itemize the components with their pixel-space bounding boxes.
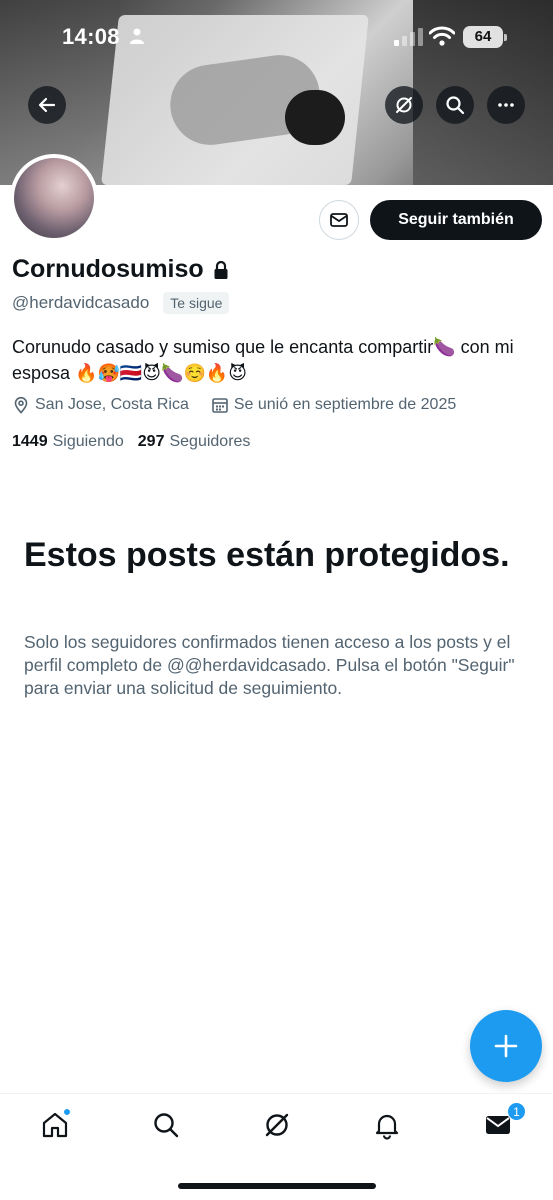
tab-home[interactable] <box>35 1108 75 1142</box>
home-unread-dot <box>63 1108 71 1116</box>
profile-location: San Jose, Costa Rica <box>35 396 189 413</box>
status-bar: 14:08 64 <box>0 0 553 76</box>
signal-icon <box>394 28 423 46</box>
envelope-icon <box>330 213 348 227</box>
search-icon <box>446 96 465 115</box>
avatar[interactable] <box>10 154 98 242</box>
grok-button[interactable] <box>385 86 423 124</box>
profile-bio: Corunudo casado y sumiso que le encanta … <box>12 337 514 383</box>
messages-badge: 1 <box>507 1102 526 1121</box>
joined-item: Se unió en septiembre de 2025 <box>211 396 456 414</box>
tab-search[interactable] <box>146 1108 186 1142</box>
follow-counts: 1449 Siguiendo 297 Seguidores <box>12 433 264 451</box>
grok-icon <box>396 97 412 113</box>
profile-meta: San Jose, Costa Rica Se unió en septiemb… <box>12 396 478 414</box>
message-button[interactable] <box>319 200 359 240</box>
followers-link[interactable]: 297 Seguidores <box>138 433 251 451</box>
calendar-icon <box>212 398 228 413</box>
home-indicator <box>178 1183 376 1189</box>
lock-icon <box>214 260 228 279</box>
profile-handle: @herdavidcasado <box>12 293 150 312</box>
follow-button[interactable]: Seguir también <box>370 200 542 240</box>
follows-you-badge: Te sigue <box>163 292 230 314</box>
tab-grok[interactable] <box>257 1108 297 1142</box>
location-pin-icon <box>14 396 28 414</box>
back-button[interactable] <box>28 86 66 124</box>
more-icon <box>498 103 514 107</box>
battery-indicator: 64 <box>463 26 507 48</box>
followers-label: Seguidores <box>169 433 251 450</box>
person-icon <box>130 28 144 44</box>
profile-name: Cornudosumiso <box>12 255 204 283</box>
compose-button[interactable] <box>470 1010 542 1082</box>
status-time: 14:08 <box>62 24 120 49</box>
profile-joined: Se unió en septiembre de 2025 <box>233 396 457 413</box>
handle-row: @herdavidcasado Te sigue <box>12 292 230 314</box>
search-button[interactable] <box>436 86 474 124</box>
tab-messages[interactable]: 1 <box>478 1102 526 1142</box>
back-arrow-icon <box>38 97 56 113</box>
profile-name-row: Cornudosumiso <box>12 255 230 284</box>
protected-description: Solo los seguidores confirmados tienen a… <box>24 632 515 698</box>
grok-icon <box>265 1113 289 1137</box>
plus-icon <box>494 1034 518 1058</box>
wifi-icon <box>429 26 455 46</box>
location-item: San Jose, Costa Rica <box>12 396 189 414</box>
followers-count: 297 <box>137 433 165 450</box>
tab-notifications[interactable] <box>367 1108 407 1142</box>
following-link[interactable]: 1449 Siguiendo <box>12 433 124 451</box>
bell-icon <box>375 1114 399 1140</box>
more-button[interactable] <box>487 86 525 124</box>
following-count: 1449 <box>12 433 48 450</box>
following-label: Siguiendo <box>52 433 124 450</box>
search-icon <box>154 1113 179 1138</box>
protected-title: Estos posts están protegidos. <box>24 536 510 574</box>
